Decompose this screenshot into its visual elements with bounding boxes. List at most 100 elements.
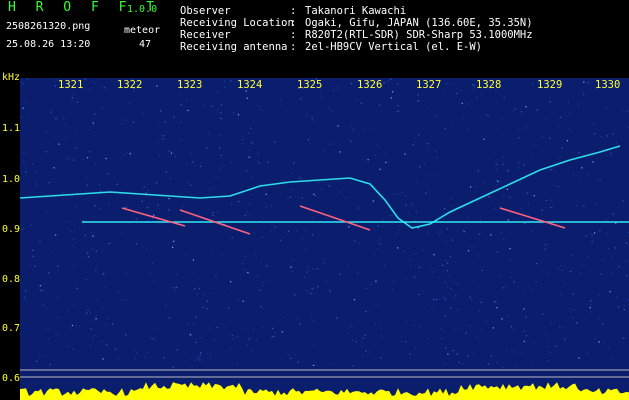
noise-speck — [560, 293, 562, 295]
noise-speck — [143, 186, 145, 188]
noise-speck — [94, 204, 96, 207]
noise-speck — [220, 154, 222, 156]
noise-speck — [41, 289, 44, 291]
noise-speck — [403, 250, 405, 252]
noise-speck — [304, 249, 306, 251]
noise-speck — [172, 246, 174, 248]
noise-speck — [216, 91, 218, 93]
noise-speck — [233, 112, 235, 114]
noise-speck — [527, 125, 529, 127]
noise-speck — [545, 243, 547, 246]
noise-speck — [86, 184, 88, 186]
noise-speck — [313, 193, 315, 195]
noise-speck — [328, 107, 331, 109]
noise-speck — [301, 197, 303, 199]
noise-speck — [86, 157, 89, 159]
noise-speck — [351, 326, 353, 328]
noise-speck — [545, 199, 547, 202]
noise-speck — [455, 328, 457, 330]
noise-speck — [90, 345, 92, 347]
noise-speck — [550, 199, 552, 201]
noise-speck — [270, 205, 272, 207]
noise-speck — [25, 167, 27, 169]
noise-speck — [153, 327, 155, 329]
noise-speck — [444, 89, 446, 91]
noise-speck — [244, 215, 246, 217]
noise-speck — [32, 255, 34, 257]
noise-speck — [444, 363, 446, 365]
noise-speck — [265, 206, 267, 209]
noise-speck — [197, 357, 199, 359]
noise-speck — [160, 110, 162, 112]
noise-speck — [495, 168, 498, 171]
noise-speck — [292, 259, 294, 261]
noise-speck — [35, 170, 38, 173]
noise-speck — [590, 300, 592, 302]
noise-speck — [57, 296, 59, 298]
noise-speck — [194, 165, 196, 167]
noise-speck — [490, 355, 492, 357]
observer-value: Takanori Kawachi — [305, 5, 407, 17]
noise-speck — [455, 295, 457, 297]
noise-speck — [444, 298, 446, 300]
noise-speck — [89, 151, 91, 153]
antenna-separator: : — [290, 41, 297, 53]
noise-speck — [250, 142, 252, 144]
noise-speck — [236, 336, 238, 338]
noise-speck — [548, 337, 550, 339]
noise-speck — [503, 96, 505, 98]
noise-speck — [578, 151, 580, 154]
noise-speck — [71, 195, 73, 197]
noise-speck — [299, 177, 301, 179]
noise-speck — [270, 230, 272, 232]
noise-speck — [52, 137, 54, 139]
noise-speck — [365, 287, 367, 289]
noise-speck — [73, 304, 75, 306]
noise-speck — [496, 180, 499, 182]
receiver-label: Receiver — [180, 29, 231, 41]
noise-speck — [514, 303, 516, 305]
noise-speck — [98, 184, 100, 186]
noise-speck — [514, 108, 516, 110]
noise-speck — [73, 94, 75, 96]
noise-speck — [507, 169, 509, 171]
noise-speck — [411, 204, 413, 206]
noise-speck — [555, 185, 557, 187]
noise-speck — [307, 139, 309, 141]
noise-speck — [509, 248, 511, 250]
noise-speck — [405, 195, 407, 197]
noise-speck — [230, 281, 232, 283]
noise-speck — [242, 300, 244, 302]
noise-speck — [190, 153, 192, 155]
noise-speck — [435, 115, 437, 117]
noise-speck — [583, 93, 585, 96]
noise-speck — [180, 104, 182, 106]
noise-speck — [571, 254, 574, 256]
noise-speck — [522, 204, 524, 206]
noise-speck — [317, 286, 319, 288]
noise-speck — [431, 306, 433, 309]
noise-speck — [48, 181, 51, 184]
noise-speck — [576, 323, 578, 325]
noise-speck — [610, 155, 612, 157]
noise-speck — [583, 264, 585, 266]
noise-speck — [23, 298, 25, 300]
noise-speck — [611, 273, 613, 275]
noise-speck — [73, 159, 75, 161]
noise-speck — [217, 109, 219, 111]
noise-speck — [48, 272, 50, 274]
location-separator: : — [290, 17, 297, 29]
noise-speck — [610, 152, 612, 154]
noise-speck — [156, 182, 158, 184]
noise-speck — [332, 143, 334, 145]
noise-speck — [397, 83, 399, 85]
noise-speck — [242, 263, 244, 265]
noise-speck — [176, 274, 178, 276]
noise-speck — [548, 274, 550, 276]
noise-speck — [626, 275, 628, 277]
noise-speck — [168, 317, 171, 319]
noise-speck — [187, 323, 190, 325]
noise-speck — [71, 100, 73, 102]
noise-speck — [306, 115, 308, 117]
noise-speck — [418, 134, 420, 136]
